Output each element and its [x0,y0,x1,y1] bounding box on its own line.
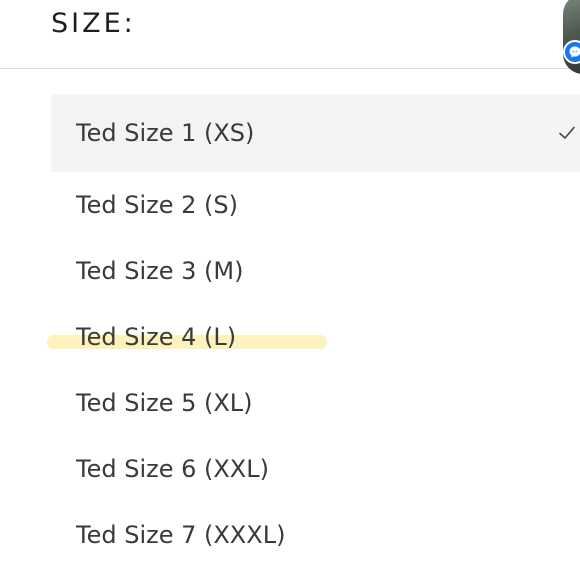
size-option-5[interactable]: Ted Size 5 (XL) [51,370,580,436]
size-option-4[interactable]: Ted Size 4 (L) [47,304,580,370]
size-header: SIZE: [0,0,580,74]
size-option-label: Ted Size 6 (XXL) [76,455,269,483]
size-option-label: Ted Size 7 (XXXL) [76,521,286,549]
size-option-label: Ted Size 5 (XL) [76,389,253,417]
size-option-6[interactable]: Ted Size 6 (XXL) [51,436,580,502]
size-option-2[interactable]: Ted Size 2 (S) [51,172,580,238]
size-option-1[interactable]: Ted Size 1 (XS) [51,94,580,172]
size-option-7[interactable]: Ted Size 7 (XXXL) [51,502,580,568]
size-options-list: Ted Size 1 (XS) Ted Size 2 (S) Ted Size … [47,94,580,568]
size-option-label: Ted Size 2 (S) [76,191,238,219]
check-icon [559,126,575,139]
size-option-label: Ted Size 3 (M) [76,257,244,285]
messenger-icon[interactable] [563,40,580,64]
size-option-label: Ted Size 1 (XS) [76,119,255,147]
size-option-3[interactable]: Ted Size 3 (M) [51,238,580,304]
size-label: SIZE: [51,8,136,39]
size-selector-page: SIZE: Ted Size 1 (XS) Ted Size 2 (S) Ted… [0,0,580,580]
size-option-label: Ted Size 4 (L) [76,323,237,351]
